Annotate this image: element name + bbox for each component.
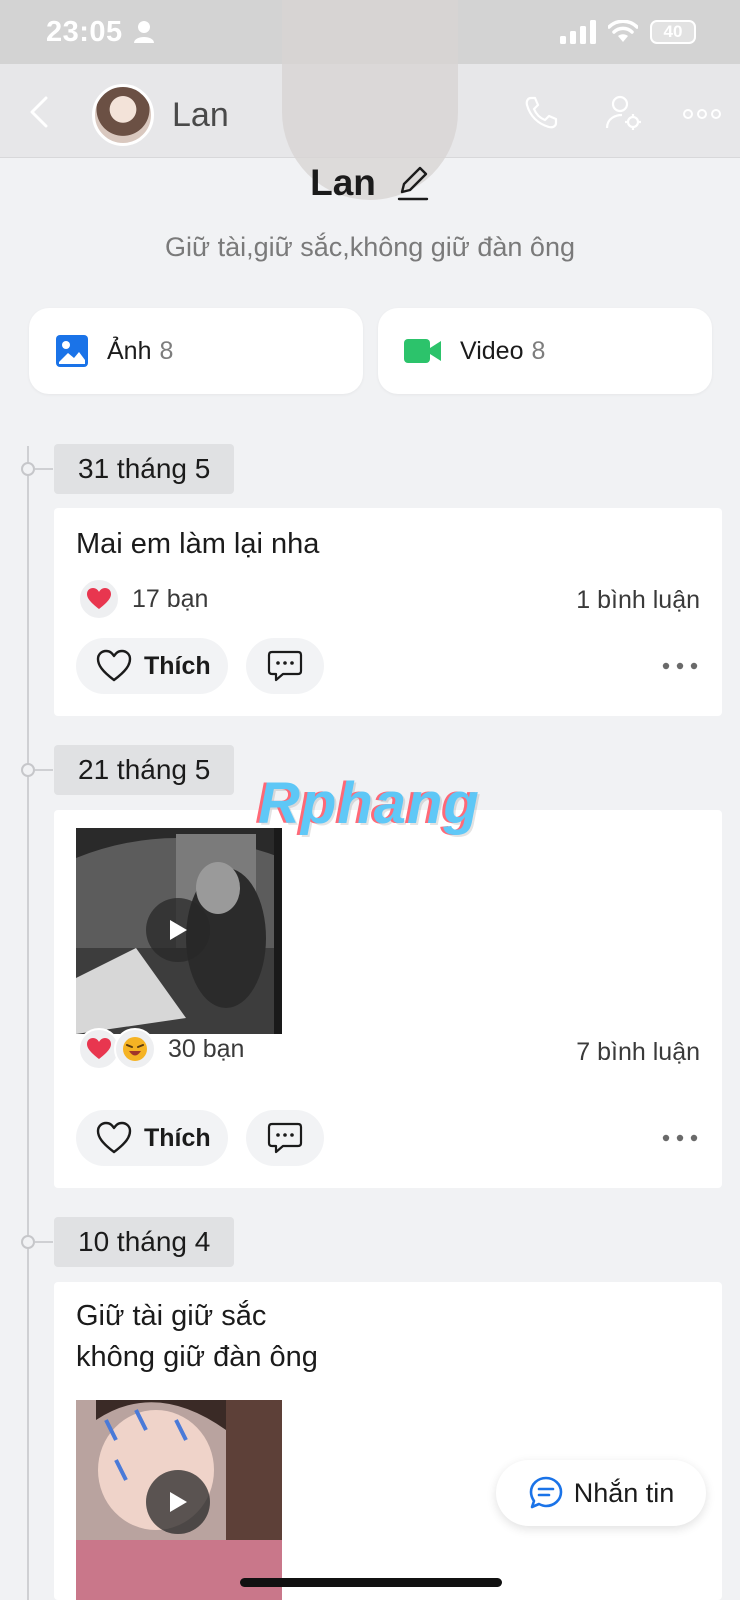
profile-name: Lan [310,162,376,203]
comments-count[interactable]: 7 bình luận [576,1038,700,1067]
comment-button[interactable] [246,638,324,694]
videos-count: 8 [531,336,546,365]
timeline-dot [21,462,35,476]
heart-outline-icon [96,649,132,682]
more-options-icon[interactable] [682,108,722,120]
post-date: 31 tháng 5 [54,444,235,494]
watermark-logo: Rphang [258,771,480,836]
video-camera-icon [404,339,441,363]
like-label: Thích [144,1123,211,1152]
send-message-label: Nhắn tin [573,1477,675,1508]
avatar[interactable] [92,84,154,146]
timeline-line [27,446,29,1600]
back-arrow-icon[interactable] [24,94,54,130]
post-text-line: không giữ đàn ông [76,1341,318,1373]
post-date: 21 tháng 5 [54,745,235,795]
post-more-icon[interactable] [660,656,700,676]
phone-icon[interactable] [522,94,560,132]
signal-icon [560,20,596,44]
timeline-dot [21,763,35,777]
comment-icon [267,1122,303,1154]
profile-status: Giữ tài,giữ sắc,không giữ đàn ông [165,232,575,262]
photos-card[interactable]: Ảnh 8 [29,308,363,394]
person-icon [133,21,154,43]
status-time: 23:05 [46,15,123,48]
video-thumbnail[interactable] [76,828,282,1034]
play-icon[interactable] [146,1470,210,1534]
video-thumbnail[interactable] [76,1400,282,1600]
reactions-summary[interactable]: 30 bạn [78,1028,244,1070]
heart-outline-icon [96,1121,132,1154]
edit-pencil-icon[interactable] [396,164,430,202]
comment-button[interactable] [246,1110,324,1166]
send-message-button[interactable]: Nhắn tin [496,1460,706,1526]
reactions-count: 30 bạn [168,1034,245,1063]
timeline-tick [35,468,53,470]
post-date: 10 tháng 4 [54,1217,235,1267]
header-contact-name: Lan [172,96,229,134]
laughing-reaction-icon [114,1028,156,1070]
reactions-count: 17 bạn [132,584,209,613]
like-button[interactable]: Thích [76,638,228,694]
comments-count[interactable]: 1 bình luận [576,586,700,615]
post-card[interactable]: Mai em làm lại nha 17 bạn 1 bình luận Th… [54,508,722,716]
timeline-tick [35,1241,53,1243]
videos-label: Video [460,336,524,365]
battery-indicator: 40 [650,20,696,44]
contact-settings-icon[interactable] [604,94,644,132]
timeline-tick [35,769,53,771]
chat-header: Lan [0,0,740,200]
reactions-summary[interactable]: 17 bạn [78,578,208,620]
post-card[interactable]: Giữ tài giữ sắc không giữ đàn ông [54,1282,722,1600]
wifi-icon [608,20,638,42]
photos-label: Ảnh [107,336,152,365]
post-text: Giữ tài giữ sắc không giữ đàn ông [76,1296,318,1378]
play-icon[interactable] [146,898,210,962]
like-button[interactable]: Thích [76,1110,228,1166]
post-card[interactable]: 30 bạn 7 bình luận Thích [54,810,722,1188]
photos-count: 8 [159,336,174,365]
home-indicator[interactable] [240,1578,502,1587]
videos-card[interactable]: Video 8 [378,308,712,394]
post-text-line: Giữ tài giữ sắc [76,1300,267,1332]
post-more-icon[interactable] [660,1128,700,1148]
profile-name-row: Lan [0,162,740,204]
image-icon [56,335,88,367]
timeline-dot [21,1235,35,1249]
chat-bubble-icon [529,1476,563,1509]
heart-reaction-icon [78,578,120,620]
like-label: Thích [144,651,211,680]
comment-icon [267,650,303,682]
post-text: Mai em làm lại nha [76,528,320,560]
